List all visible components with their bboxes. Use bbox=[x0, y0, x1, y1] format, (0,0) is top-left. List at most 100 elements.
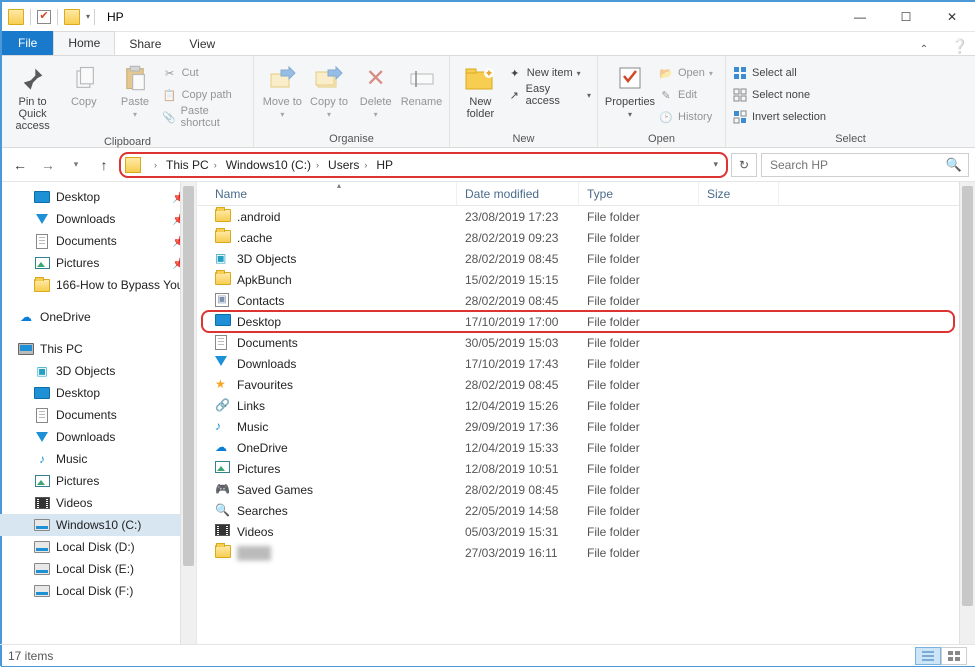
easy-access-button[interactable]: ↗ Easy access ▾ bbox=[507, 84, 591, 106]
nav-pc-item[interactable]: ▣ 3D Objects bbox=[0, 360, 196, 382]
file-row[interactable]: Desktop 17/10/2019 17:00 File folder bbox=[197, 311, 975, 332]
nav-quick-item[interactable]: Pictures 📌 bbox=[0, 252, 196, 274]
edit-button[interactable]: ✎ Edit bbox=[658, 84, 713, 106]
breadcrumb-segment[interactable]: Users› bbox=[324, 158, 372, 172]
file-row[interactable]: Downloads 17/10/2019 17:43 File folder bbox=[197, 353, 975, 374]
nav-onedrive[interactable]: ☁ OneDrive bbox=[0, 306, 196, 328]
nav-pc-item[interactable]: Downloads bbox=[0, 426, 196, 448]
copy-to-button[interactable]: Copy to▾ bbox=[307, 60, 352, 119]
recent-locations-button[interactable]: ▾ bbox=[64, 153, 88, 177]
delete-button[interactable]: ✕ Delete▾ bbox=[353, 60, 398, 119]
qat-properties-icon[interactable]: ✔ bbox=[37, 10, 51, 24]
select-all-button[interactable]: Select all bbox=[732, 62, 826, 84]
file-row[interactable]: Pictures 12/08/2019 10:51 File folder bbox=[197, 458, 975, 479]
file-list-pane[interactable]: ▴ Name Date modified Type Size .android … bbox=[197, 182, 975, 644]
file-row[interactable]: ♪ Music 29/09/2019 17:36 File folder bbox=[197, 416, 975, 437]
breadcrumb-segment[interactable]: This PC› bbox=[162, 158, 222, 172]
nav-scrollbar[interactable] bbox=[180, 182, 196, 644]
maximize-button[interactable]: ☐ bbox=[883, 2, 929, 32]
file-row[interactable]: ████ 27/03/2019 16:11 File folder bbox=[197, 542, 975, 563]
file-row[interactable]: 🔗 Links 12/04/2019 15:26 File folder bbox=[197, 395, 975, 416]
file-name: Desktop bbox=[237, 315, 281, 329]
qat-dropdown-icon[interactable]: ▾ bbox=[86, 12, 90, 21]
file-name: OneDrive bbox=[237, 441, 288, 455]
tab-share[interactable]: Share bbox=[115, 31, 175, 55]
file-row[interactable]: ▣ 3D Objects 28/02/2019 08:45 File folde… bbox=[197, 248, 975, 269]
ribbon-collapse-button[interactable]: ⌃ bbox=[909, 44, 939, 55]
history-button[interactable]: 🕑 History bbox=[658, 106, 713, 128]
nav-pc-item[interactable]: Local Disk (F:) bbox=[0, 580, 196, 602]
paste-shortcut-button[interactable]: 📎 Paste shortcut bbox=[162, 106, 247, 128]
file-row[interactable]: 🔍 Searches 22/05/2019 14:58 File folder bbox=[197, 500, 975, 521]
doc-icon bbox=[34, 233, 50, 249]
navigation-pane[interactable]: Desktop 📌 Downloads 📌 Documents 📌 Pictur… bbox=[0, 182, 197, 644]
properties-button[interactable]: Properties▾ bbox=[604, 60, 656, 119]
nav-pc-item[interactable]: Videos bbox=[0, 492, 196, 514]
file-row[interactable]: Videos 05/03/2019 15:31 File folder bbox=[197, 521, 975, 542]
move-to-button[interactable]: Move to▾ bbox=[260, 60, 305, 119]
refresh-button[interactable]: ↻ bbox=[731, 153, 757, 177]
column-header-name[interactable]: Name bbox=[197, 182, 457, 205]
nav-quick-item[interactable]: Documents 📌 bbox=[0, 230, 196, 252]
qat-newfolder-icon[interactable] bbox=[64, 9, 80, 25]
file-row[interactable]: 🎮 Saved Games 28/02/2019 08:45 File fold… bbox=[197, 479, 975, 500]
nav-quick-item[interactable]: Desktop 📌 bbox=[0, 186, 196, 208]
new-item-button[interactable]: ✦ New item ▾ bbox=[507, 62, 591, 84]
paste-icon bbox=[119, 62, 151, 94]
address-dropdown-icon[interactable]: ▾ bbox=[707, 159, 724, 170]
copy-button[interactable]: Copy bbox=[59, 60, 108, 108]
thumbnails-view-button[interactable] bbox=[941, 647, 967, 665]
search-box[interactable]: 🔍 bbox=[761, 153, 969, 177]
paste-button[interactable]: Paste ▾ bbox=[110, 60, 159, 119]
tab-file[interactable]: File bbox=[2, 31, 53, 55]
file-row[interactable]: ▣ Contacts 28/02/2019 08:45 File folder bbox=[197, 290, 975, 311]
open-button[interactable]: 📂 Open ▾ bbox=[658, 62, 713, 84]
group-label: New bbox=[450, 133, 597, 147]
column-header-size[interactable]: Size bbox=[699, 182, 779, 205]
new-folder-button[interactable]: ✦ New folder bbox=[456, 60, 505, 120]
copy-path-button[interactable]: 📋 Copy path bbox=[162, 84, 247, 106]
pic-icon bbox=[215, 461, 231, 477]
tab-home[interactable]: Home bbox=[53, 31, 115, 55]
list-scrollbar[interactable] bbox=[959, 182, 975, 644]
nav-pc-item[interactable]: Local Disk (E:) bbox=[0, 558, 196, 580]
nav-pc-item[interactable]: Local Disk (D:) bbox=[0, 536, 196, 558]
up-button[interactable]: ↑ bbox=[92, 153, 116, 177]
pin-to-quick-access-button[interactable]: Pin to Quick access bbox=[8, 60, 57, 132]
select-none-button[interactable]: Select none bbox=[732, 84, 826, 106]
nav-pc-item[interactable]: Windows10 (C:) bbox=[0, 514, 196, 536]
app-icon[interactable] bbox=[8, 9, 24, 25]
nav-pc-item[interactable]: Pictures bbox=[0, 470, 196, 492]
help-button[interactable]: ❔ bbox=[945, 38, 975, 55]
file-date: 22/05/2019 14:58 bbox=[457, 504, 579, 518]
forward-button[interactable]: → bbox=[36, 153, 60, 177]
minimize-button[interactable]: — bbox=[837, 2, 883, 32]
breadcrumb-segment[interactable]: Windows10 (C:)› bbox=[222, 158, 324, 172]
nav-thispc[interactable]: This PC bbox=[0, 338, 196, 360]
details-view-button[interactable] bbox=[915, 647, 941, 665]
file-row[interactable]: ☁ OneDrive 12/04/2019 15:33 File folder bbox=[197, 437, 975, 458]
nav-pc-item[interactable]: ♪ Music bbox=[0, 448, 196, 470]
file-row[interactable]: ★ Favourites 28/02/2019 08:45 File folde… bbox=[197, 374, 975, 395]
nav-quick-item[interactable]: 166-How to Bypass You 📌 bbox=[0, 274, 196, 296]
nav-quick-item[interactable]: Downloads 📌 bbox=[0, 208, 196, 230]
file-row[interactable]: .cache 28/02/2019 09:23 File folder bbox=[197, 227, 975, 248]
nav-pc-item[interactable]: Desktop bbox=[0, 382, 196, 404]
file-row[interactable]: .android 23/08/2019 17:23 File folder bbox=[197, 206, 975, 227]
tab-view[interactable]: View bbox=[175, 31, 229, 55]
file-row[interactable]: Documents 30/05/2019 15:03 File folder bbox=[197, 332, 975, 353]
close-button[interactable]: ✕ bbox=[929, 2, 975, 32]
search-input[interactable] bbox=[768, 157, 946, 173]
address-bar[interactable]: › This PC› Windows10 (C:)› Users› HP ▾ bbox=[120, 153, 727, 177]
file-row[interactable]: ApkBunch 15/02/2019 15:15 File folder bbox=[197, 269, 975, 290]
cut-button[interactable]: ✂ Cut bbox=[162, 62, 247, 84]
breadcrumb-segment[interactable]: HP bbox=[372, 158, 393, 172]
invert-selection-button[interactable]: Invert selection bbox=[732, 106, 826, 128]
nav-pc-item[interactable]: Documents bbox=[0, 404, 196, 426]
column-header-type[interactable]: Type bbox=[579, 182, 699, 205]
down-icon bbox=[215, 356, 231, 372]
rename-button[interactable]: Rename bbox=[400, 60, 443, 108]
back-button[interactable]: ← bbox=[8, 153, 32, 177]
file-type: File folder bbox=[579, 252, 699, 266]
column-header-date[interactable]: Date modified bbox=[457, 182, 579, 205]
